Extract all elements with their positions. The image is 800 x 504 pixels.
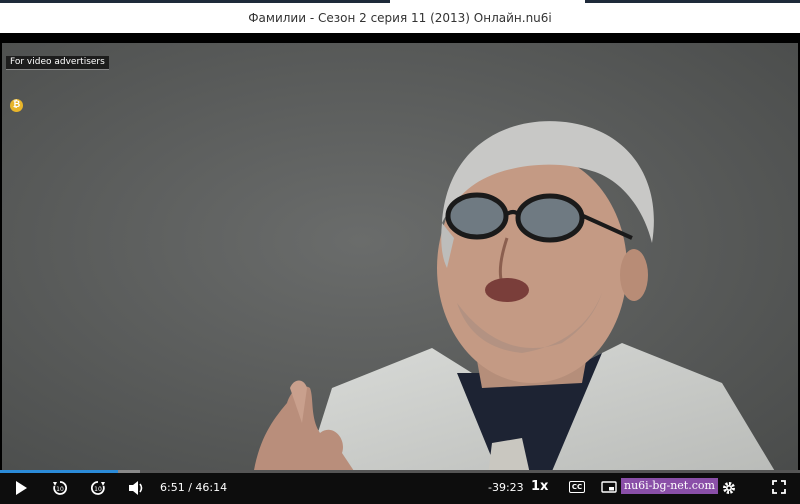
player-controls: 10 10 6:51 / 46:14 -39:23 1x CC nu6i-bg-… xyxy=(0,470,800,504)
remaining-time: -39:23 xyxy=(488,481,524,494)
play-icon xyxy=(16,481,27,495)
play-button[interactable] xyxy=(14,480,28,498)
gear-icon xyxy=(723,482,735,494)
rewind-icon: 10 xyxy=(53,481,68,495)
advertiser-label[interactable]: For video advertisers xyxy=(6,56,109,70)
page-title-text: Фамилии - Сезон 2 серия 11 (2013) Онлайн… xyxy=(248,11,552,25)
rewind-button[interactable]: 10 xyxy=(52,480,68,498)
time-separator: / xyxy=(188,481,192,494)
forward-icon: 10 xyxy=(90,481,105,495)
captions-button[interactable]: CC xyxy=(569,481,585,493)
volume-button[interactable] xyxy=(128,480,146,498)
svg-text:10: 10 xyxy=(94,486,102,493)
video-scene xyxy=(2,43,798,483)
coin-icon[interactable]: ₿ xyxy=(10,99,23,112)
page-title: Фамилии - Сезон 2 серия 11 (2013) Онлайн… xyxy=(0,3,800,33)
duration: 46:14 xyxy=(195,481,228,494)
video-player[interactable]: For video advertisers ₿ 10 10 6:51 / 46:… xyxy=(0,33,800,504)
speed-button[interactable]: 1x xyxy=(531,479,548,494)
svg-text:10: 10 xyxy=(56,486,64,493)
time-display: 6:51 / 46:14 xyxy=(160,481,227,494)
video-frame[interactable]: For video advertisers ₿ xyxy=(2,43,798,483)
pip-button[interactable] xyxy=(601,481,617,499)
picture-in-picture-icon xyxy=(601,481,617,493)
progress-played xyxy=(0,470,119,473)
volume-icon xyxy=(129,481,143,495)
fullscreen-button[interactable] xyxy=(772,480,786,498)
current-time: 6:51 xyxy=(160,481,185,494)
fullscreen-icon xyxy=(772,480,786,494)
progress-bar[interactable] xyxy=(0,470,800,473)
forward-button[interactable]: 10 xyxy=(90,480,106,498)
site-watermark: nu6i-bg-net.com xyxy=(621,478,718,494)
settings-button[interactable] xyxy=(721,480,737,498)
